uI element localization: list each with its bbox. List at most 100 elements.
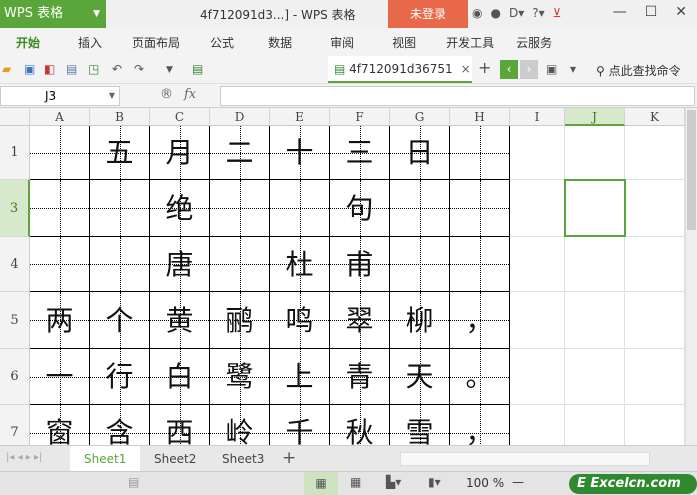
insert-function-button[interactable]: fx xyxy=(184,87,196,102)
column-header-b[interactable]: B xyxy=(90,108,150,126)
cell-E6[interactable]: 上 xyxy=(270,349,330,405)
column-header-f[interactable]: F xyxy=(330,108,390,126)
scroll-thumb[interactable] xyxy=(687,110,696,230)
cell-B6[interactable]: 行 xyxy=(90,349,150,405)
cell-C7[interactable]: 西 xyxy=(150,405,210,445)
menu-page-layout[interactable]: 页面布局 xyxy=(132,34,180,51)
cell-A3[interactable] xyxy=(30,180,90,237)
cell-A7[interactable]: 窗 xyxy=(30,405,90,445)
cell-G1[interactable]: 日 xyxy=(390,126,450,180)
zoom-out-icon[interactable]: — xyxy=(512,475,524,489)
formula-input[interactable] xyxy=(220,86,695,106)
cell-G5[interactable]: 柳 xyxy=(390,292,450,349)
print-preview-icon[interactable]: ◳ xyxy=(88,62,99,76)
cell-F7[interactable]: 秋 xyxy=(330,405,390,445)
cell-H5[interactable]: ， xyxy=(450,292,510,349)
close-tab-icon[interactable]: × xyxy=(461,62,471,76)
new-tab-icon[interactable]: + xyxy=(478,58,491,77)
cell-E3[interactable] xyxy=(270,180,330,237)
horizontal-scrollbar[interactable] xyxy=(400,452,650,466)
cell-G7[interactable]: 雪 xyxy=(390,405,450,445)
cell-C3[interactable]: 绝 xyxy=(150,180,210,237)
feedback-icon[interactable]: D▾ xyxy=(509,6,524,20)
cell-I4[interactable] xyxy=(510,237,565,292)
macro-icon[interactable]: ▤ xyxy=(128,475,139,489)
column-header-a[interactable]: A xyxy=(30,108,90,126)
prev-tab-button[interactable]: ‹ xyxy=(500,60,518,79)
help-icon[interactable]: ?▾ xyxy=(532,6,544,20)
search-command[interactable]: ⚲ 点此查找命令 xyxy=(596,62,681,79)
column-header-i[interactable]: I xyxy=(510,108,565,126)
undo-icon[interactable]: ↶ xyxy=(112,62,122,76)
cell-F3[interactable]: 句 xyxy=(330,180,390,237)
cell-H7[interactable]: ， xyxy=(450,405,510,445)
menu-start[interactable]: 开始 xyxy=(16,34,40,51)
column-header-c[interactable]: C xyxy=(150,108,210,126)
cell-F4[interactable]: 甫 xyxy=(330,237,390,292)
cell-J1[interactable] xyxy=(565,126,625,180)
cell-A1[interactable] xyxy=(30,126,90,180)
cell-D1[interactable]: 二 xyxy=(210,126,270,180)
cell-G3[interactable] xyxy=(390,180,450,237)
cell-K7[interactable] xyxy=(625,405,685,445)
close-icon[interactable]: ✕ xyxy=(675,4,687,20)
row-header-5[interactable]: 5 xyxy=(0,292,30,349)
add-sheet-icon[interactable]: + xyxy=(282,448,296,468)
print-icon[interactable]: ▤ xyxy=(66,62,77,76)
cell-E5[interactable]: 鸣 xyxy=(270,292,330,349)
cell-E1[interactable]: 十 xyxy=(270,126,330,180)
cell-A5[interactable]: 两 xyxy=(30,292,90,349)
cell-B7[interactable]: 含 xyxy=(90,405,150,445)
column-header-g[interactable]: G xyxy=(390,108,450,126)
cell-J7[interactable] xyxy=(565,405,625,445)
menu-insert[interactable]: 插入 xyxy=(78,34,102,51)
cell-K1[interactable] xyxy=(625,126,685,180)
cell-C4[interactable]: 唐 xyxy=(150,237,210,292)
column-header-j[interactable]: J xyxy=(565,108,625,126)
row-header-4[interactable]: 4 xyxy=(0,237,30,292)
cell-I5[interactable] xyxy=(510,292,565,349)
cell-H6[interactable]: 。 xyxy=(450,349,510,405)
save-icon[interactable]: ▣ xyxy=(24,62,35,76)
zoom-formula-icon[interactable]: ® xyxy=(160,87,173,102)
menu-data[interactable]: 数据 xyxy=(268,34,292,51)
cell-D3[interactable] xyxy=(210,180,270,237)
maximize-icon[interactable]: ☐ xyxy=(645,4,658,20)
column-header-k[interactable]: K xyxy=(625,108,685,126)
open-icon[interactable]: ▰ xyxy=(2,62,11,76)
cell-I7[interactable] xyxy=(510,405,565,445)
cell-C1[interactable]: 月 xyxy=(150,126,210,180)
cell-B1[interactable]: 五 xyxy=(90,126,150,180)
row-header-3[interactable]: 3 xyxy=(0,180,30,237)
minimize-icon[interactable]: — xyxy=(613,4,627,20)
spreadsheet-grid[interactable]: A B C D E F G H I J K 1 五月二十三日 3 绝 句 4 唐 杜甫 5 两个黄鹂鸣翠柳 ， 6 一行白鹭上… xyxy=(0,108,685,445)
cell-D4[interactable] xyxy=(210,237,270,292)
cell-D5[interactable]: 鹂 xyxy=(210,292,270,349)
row-header-1[interactable]: 1 xyxy=(0,126,30,180)
doc-tab-1[interactable]: ▤ 4f712091cf81d1× xyxy=(186,56,326,103)
cell-I6[interactable] xyxy=(510,349,565,405)
cell-J5[interactable] xyxy=(565,292,625,349)
menu-developer[interactable]: 开发工具 xyxy=(446,34,494,51)
column-header-d[interactable]: D xyxy=(210,108,270,126)
cell-I3[interactable] xyxy=(510,180,565,237)
menu-view[interactable]: 视图 xyxy=(392,34,416,51)
pin-icon[interactable]: ▾ xyxy=(570,62,576,76)
sheet-tab-1[interactable]: Sheet1 xyxy=(70,446,141,472)
name-box[interactable]: J3 ▼ xyxy=(0,86,120,106)
cell-E4[interactable]: 杜 xyxy=(270,237,330,292)
cell-G6[interactable]: 天 xyxy=(390,349,450,405)
cell-C5[interactable]: 黄 xyxy=(150,292,210,349)
download-icon[interactable]: ⊻ xyxy=(553,6,562,20)
cell-C6[interactable]: 白 xyxy=(150,349,210,405)
page-break-view-icon[interactable]: ▦ xyxy=(350,475,361,489)
cell-A4[interactable] xyxy=(30,237,90,292)
cell-K6[interactable] xyxy=(625,349,685,405)
cell-D6[interactable]: 鹭 xyxy=(210,349,270,405)
eye-protection-icon[interactable]: ▮▾ xyxy=(428,475,441,489)
cell-J6[interactable] xyxy=(565,349,625,405)
cell-F5[interactable]: 翠 xyxy=(330,292,390,349)
doc-tab-2[interactable]: ▤ 4f712091d36751 × xyxy=(328,56,472,83)
menu-cloud[interactable]: 云服务 xyxy=(516,34,552,51)
cell-K4[interactable] xyxy=(625,237,685,292)
